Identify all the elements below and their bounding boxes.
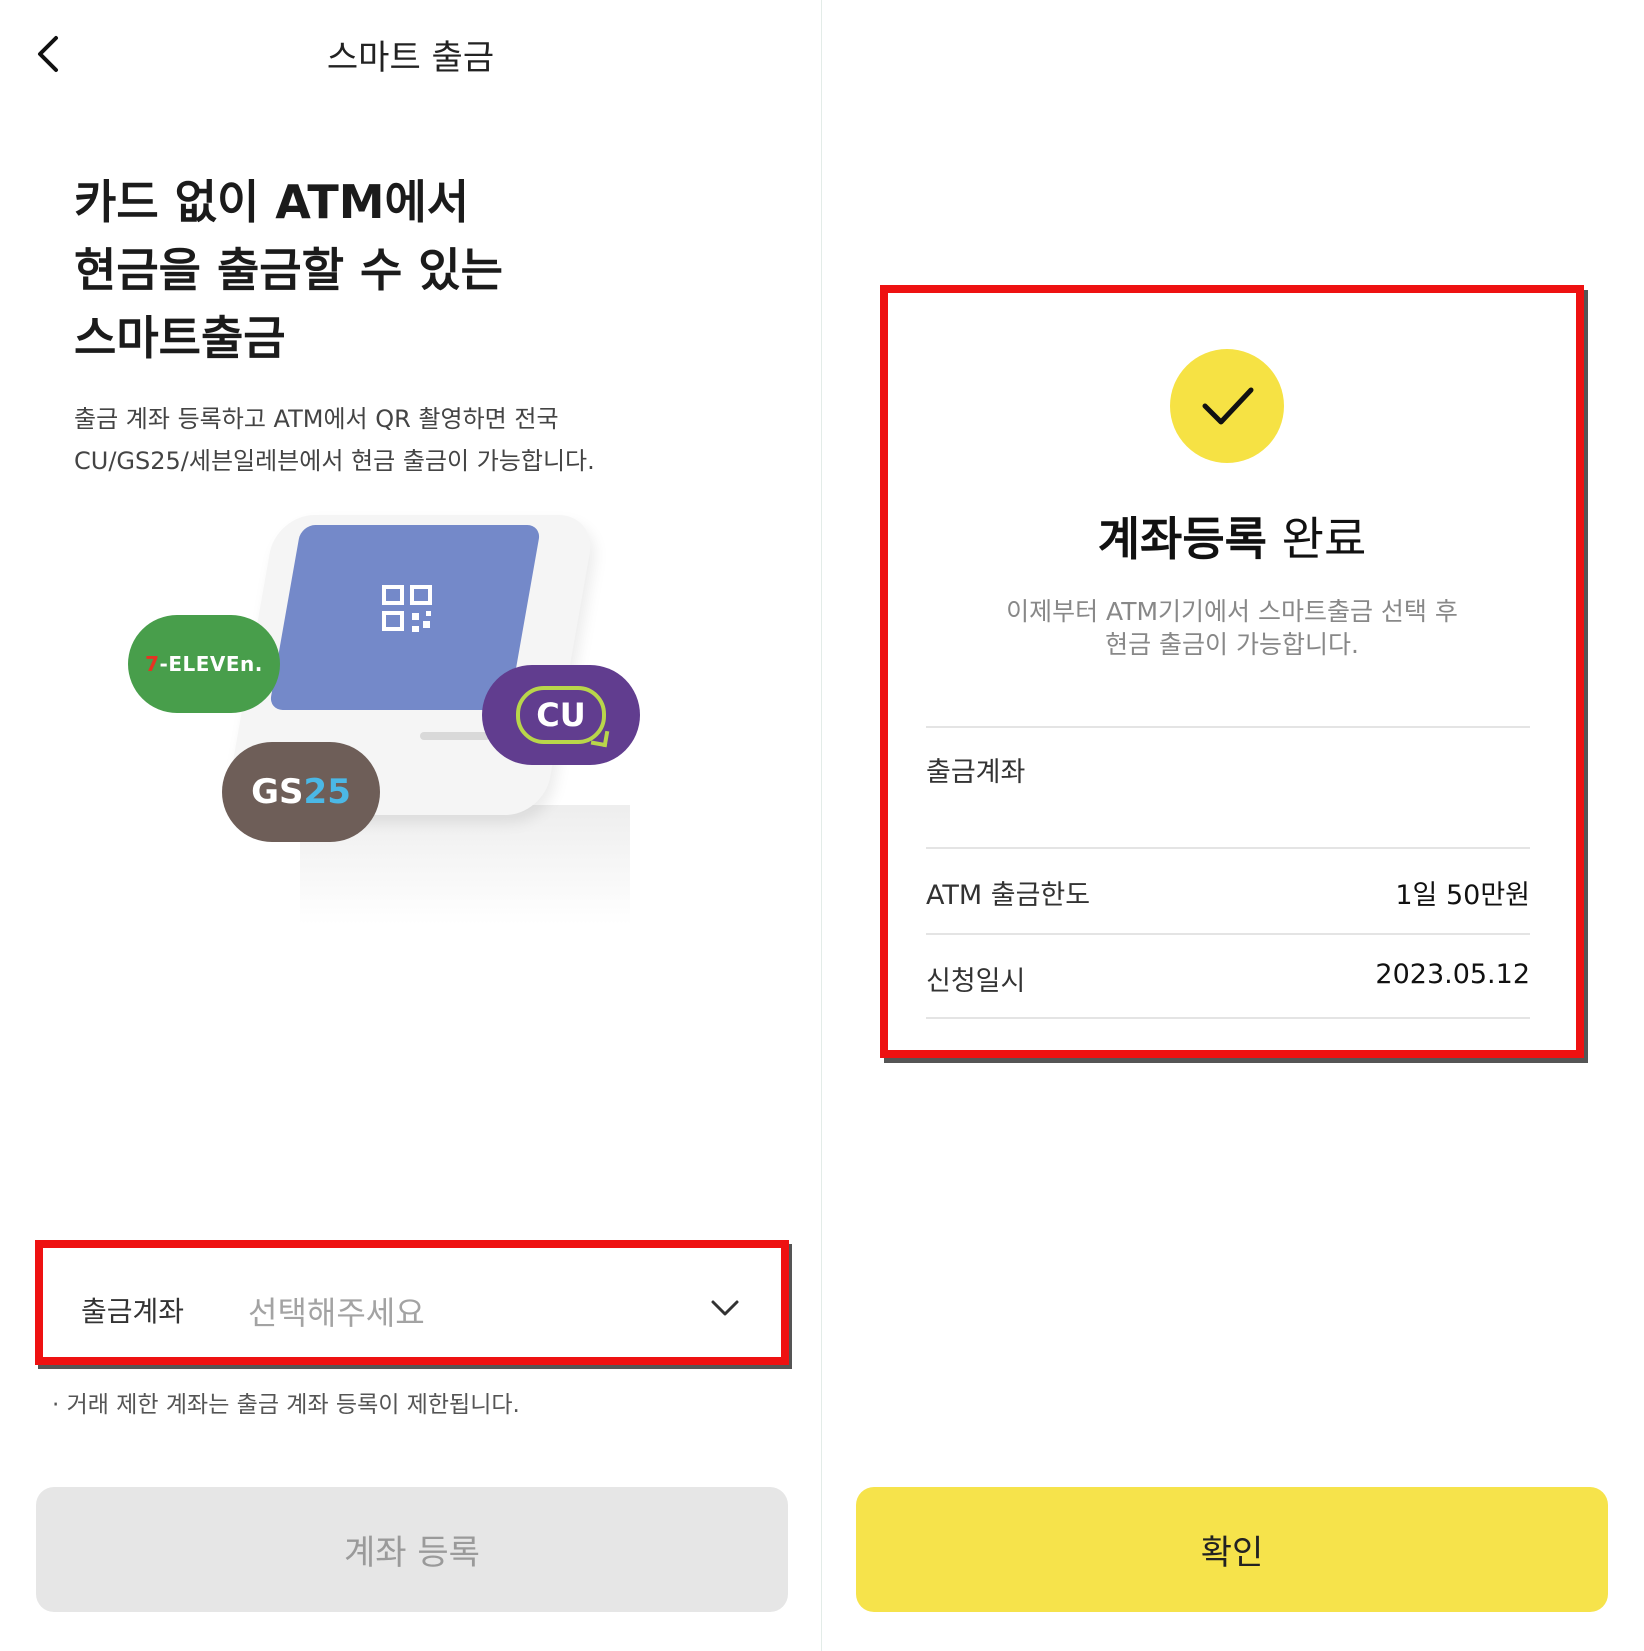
account-select[interactable]: 출금계좌 선택해주세요: [35, 1240, 789, 1365]
complete-title: 계좌등록 완료: [888, 503, 1576, 569]
phone-home-bar: [420, 732, 490, 740]
atm-illustration: 7 -ELEVEn. GS 25 CU: [120, 505, 660, 925]
seven-eleven-seven: 7: [145, 652, 160, 676]
info-label-limit: ATM 출금한도: [926, 880, 1091, 911]
complete-subtitle-line-2: 현금 출금이 가능합니다.: [1105, 630, 1359, 659]
seven-eleven-logo: 7 -ELEVEn.: [128, 615, 280, 713]
success-badge: [1170, 349, 1284, 463]
gs25-letters: GS: [251, 772, 304, 812]
headline-line-1: 카드 없이 ATM에서: [74, 175, 470, 229]
account-select-label: 출금계좌: [81, 1295, 185, 1328]
info-value-date: 2023.05.12: [1375, 959, 1530, 990]
complete-subtitle-line-1: 이제부터 ATM기기에서 스마트출금 선택 후: [1006, 597, 1458, 626]
info-row-account: 출금계좌: [926, 726, 1530, 847]
info-row-limit: ATM 출금한도 1일 50만원: [926, 847, 1530, 933]
info-row-date: 신청일시 2023.05.12: [926, 933, 1530, 1019]
description-line-2: CU/GS25/세븐일레븐에서 현금 출금이 가능합니다.: [74, 447, 595, 475]
description-line-1: 출금 계좌 등록하고 ATM에서 QR 촬영하면 전국: [74, 405, 559, 433]
restriction-notice: · 거래 제한 계좌는 출금 계좌 등록이 제한됩니다.: [52, 1392, 520, 1418]
headline-line-2: 현금을 출금할 수 있는: [74, 243, 503, 297]
info-label-date: 신청일시: [926, 966, 1026, 997]
register-account-button[interactable]: 계좌 등록: [36, 1487, 788, 1612]
registration-complete-card: 계좌등록 완료 이제부터 ATM기기에서 스마트출금 선택 후 현금 출금이 가…: [880, 285, 1584, 1058]
account-select-placeholder: 선택해주세요: [248, 1294, 425, 1332]
gs25-number: 25: [303, 772, 351, 812]
registration-info-table: 출금계좌 ATM 출금한도 1일 50만원 신청일시 2023.05.12: [926, 726, 1530, 1019]
cu-logo: CU: [482, 665, 640, 765]
qr-code-icon: [382, 585, 432, 632]
page-title: 스마트 출금: [326, 38, 495, 78]
confirm-button[interactable]: 확인: [856, 1487, 1608, 1612]
gs25-logo: GS 25: [222, 742, 380, 842]
left-screen: 스마트 출금 카드 없이 ATM에서 현금을 출금할 수 있는 스마트출금 출금…: [0, 0, 821, 1651]
complete-subtitle: 이제부터 ATM기기에서 스마트출금 선택 후 현금 출금이 가능합니다.: [888, 595, 1576, 661]
info-value-limit: 1일 50만원: [1395, 880, 1530, 911]
seven-eleven-text: -ELEVEn.: [159, 652, 263, 676]
right-screen: 계좌등록 완료 이제부터 ATM기기에서 스마트출금 선택 후 현금 출금이 가…: [822, 0, 1644, 1651]
cu-bubble: CU: [516, 686, 606, 744]
complete-title-bold: 계좌등록: [1097, 512, 1267, 566]
checkmark-icon: [1202, 387, 1254, 425]
headline: 카드 없이 ATM에서 현금을 출금할 수 있는 스마트출금: [74, 168, 503, 372]
chevron-down-icon: [711, 1300, 739, 1316]
headline-line-3: 스마트출금: [74, 311, 286, 365]
complete-title-rest: 완료: [1267, 512, 1367, 566]
info-label-account: 출금계좌: [926, 757, 1026, 788]
description: 출금 계좌 등록하고 ATM에서 QR 촬영하면 전국 CU/GS25/세븐일레…: [74, 398, 595, 482]
